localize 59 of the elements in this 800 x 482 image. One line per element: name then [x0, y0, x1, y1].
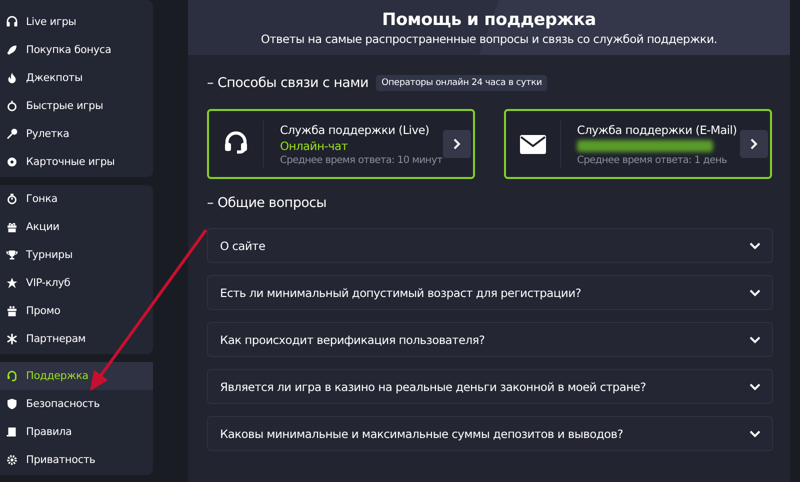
sidebar-item[interactable]: Партнерам	[0, 325, 153, 353]
shield-icon	[6, 398, 18, 410]
sidebar-item[interactable]: Правила	[0, 418, 153, 446]
section-heading: – Способы связи с нами	[207, 75, 368, 91]
sidebar-item[interactable]: Безопасность	[0, 390, 153, 418]
page-subtitle: Ответы на самые распространенные вопросы и связь со службой поддержки.	[260, 32, 718, 46]
open-button[interactable]	[443, 130, 471, 158]
question-text: Как происходит верификация пользователя?	[220, 332, 485, 346]
card-title: Служба поддержки (E-Mail)	[577, 122, 738, 136]
chevron-down-icon	[749, 242, 761, 250]
star-icon	[6, 277, 18, 289]
chevron-down-icon	[749, 336, 761, 344]
sidebar-item[interactable]: Промо	[0, 297, 153, 325]
chat-link[interactable]: Онлайн-чат	[280, 138, 443, 152]
page-title: Помощь и поддержка	[382, 10, 596, 30]
card-title: Служба поддержки (Live)	[280, 122, 430, 136]
gift-icon	[6, 305, 18, 317]
chevron-right-icon	[453, 138, 461, 150]
chevron-right-icon	[750, 138, 758, 150]
flame-icon	[6, 72, 18, 84]
question-text: Каковы минимальные и максимальные суммы депозитов и выводов?	[220, 426, 624, 440]
envelope-icon	[520, 134, 546, 154]
sidebar-item[interactable]: Турниры	[0, 241, 153, 269]
online-badge: Операторы онлайн 24 часа в сутки	[376, 75, 547, 91]
faq-item[interactable]: Каковы минимальные и максимальные суммы депозитов и выводов?	[207, 416, 773, 451]
response-time: Среднее время ответа: 1 день	[577, 154, 728, 166]
response-time: Среднее время ответа: 10 минут	[280, 154, 443, 166]
question-text: Есть ли минимальный допустимый возраст для регистрации?	[220, 286, 582, 300]
faq-item[interactable]: О сайте	[207, 228, 773, 263]
section-heading: – Общие вопросы	[207, 195, 328, 211]
sidebar-item[interactable]: Поддержка	[0, 362, 153, 390]
question-text: Является ли игра в казино на реальные деньги законной в моей стране?	[220, 380, 646, 394]
sidebar-item[interactable]: Покупка бонуса	[0, 36, 153, 64]
sidebar-item[interactable]: Акции	[0, 213, 153, 241]
asterisk-icon	[6, 333, 18, 345]
timer-icon	[6, 100, 18, 112]
chevron-down-icon	[749, 382, 761, 390]
chevron-down-icon	[749, 288, 761, 296]
sidebar-item[interactable]: VIP-клуб	[0, 269, 153, 297]
sidebar-item[interactable]: Приватность	[0, 446, 153, 474]
stopwatch-icon	[6, 193, 18, 205]
sidebar-item[interactable]: Быстрые игры	[0, 92, 153, 120]
chevron-down-icon	[749, 430, 761, 438]
sidebar-item[interactable]: Джекпоты	[0, 64, 153, 92]
gift-icon	[6, 221, 18, 233]
headset-icon	[6, 370, 18, 382]
trophy-icon	[6, 249, 18, 261]
headphones-icon	[6, 16, 18, 28]
sidebar-item[interactable]: Рулетка	[0, 120, 153, 148]
question-text: О сайте	[220, 238, 266, 252]
sidebar-item[interactable]: Live игры	[0, 8, 153, 36]
pin-icon	[6, 128, 18, 140]
open-button[interactable]	[740, 130, 768, 158]
gear-icon	[6, 454, 18, 466]
faq-item[interactable]: Есть ли минимальный допустимый возраст для регистрации?	[207, 275, 773, 310]
sidebar-item[interactable]: Карточные игры	[0, 148, 153, 176]
faq-item[interactable]: Как происходит верификация пользователя?	[207, 322, 773, 357]
faq-item[interactable]: Является ли игра в казино на реальные деньги законной в моей стране?	[207, 369, 773, 404]
sidebar-item[interactable]: Гонка	[0, 185, 153, 213]
